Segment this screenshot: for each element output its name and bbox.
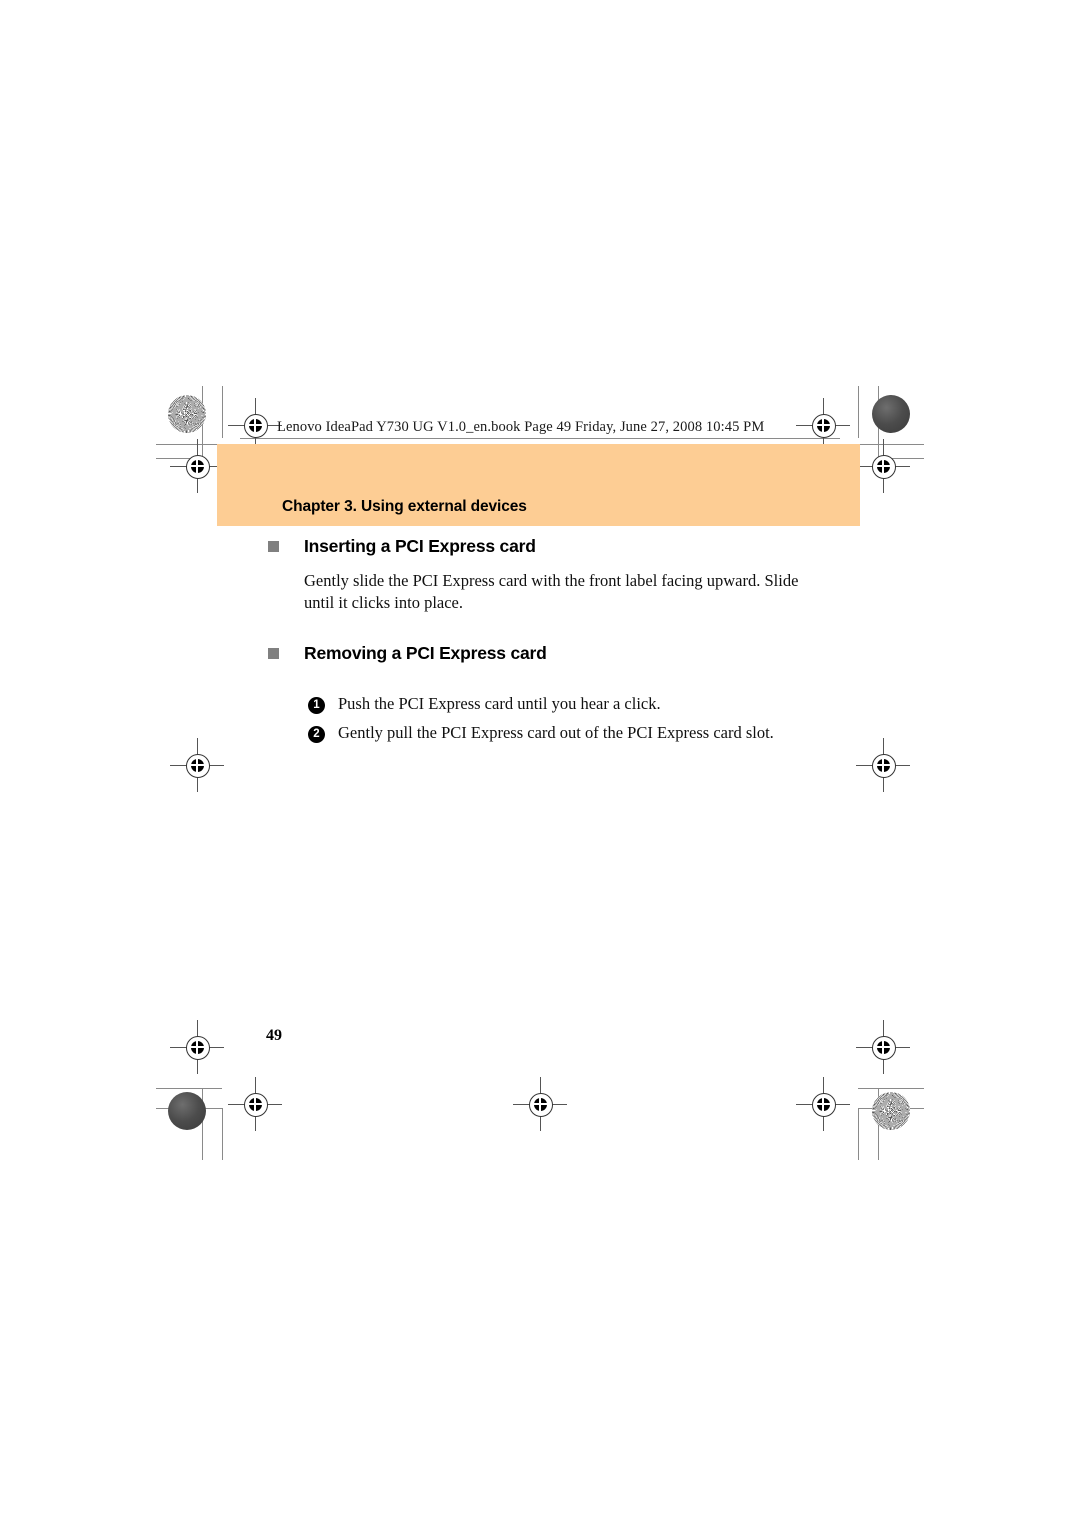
crop-rule bbox=[156, 444, 222, 445]
section-removing: Removing a PCI Express card 1 Push the P… bbox=[268, 643, 828, 743]
page-content: Inserting a PCI Express card Gently slid… bbox=[268, 536, 828, 750]
section-heading: Removing a PCI Express card bbox=[268, 643, 828, 663]
section-paragraph: Gently slide the PCI Express card with t… bbox=[304, 571, 799, 612]
book-header-text: Lenovo IdeaPad Y730 UG V1.0_en.book Page… bbox=[277, 419, 765, 435]
crop-rule bbox=[222, 1108, 223, 1160]
list-item: 1 Push the PCI Express card until you he… bbox=[308, 693, 828, 715]
square-bullet-icon bbox=[268, 541, 279, 552]
printed-page-sheet: Lenovo IdeaPad Y730 UG V1.0_en.book Page… bbox=[0, 0, 1080, 1527]
step-number-badge-icon: 2 bbox=[308, 725, 325, 743]
halftone-starburst-blob bbox=[872, 1092, 910, 1130]
halftone-starburst-blob bbox=[168, 395, 206, 433]
square-bullet-icon bbox=[268, 648, 279, 659]
section-title: Removing a PCI Express card bbox=[304, 643, 547, 663]
halftone-solid-blob bbox=[872, 395, 910, 433]
chapter-title: Chapter 3. Using external devices bbox=[282, 498, 527, 515]
step-number-badge-icon: 1 bbox=[308, 697, 325, 715]
crop-rule bbox=[222, 386, 223, 438]
crop-rule bbox=[858, 444, 924, 445]
halftone-solid-blob bbox=[168, 1092, 206, 1130]
section-title: Inserting a PCI Express card bbox=[304, 536, 536, 556]
step-text: Push the PCI Express card until you hear… bbox=[338, 694, 661, 714]
numbered-steps-list: 1 Push the PCI Express card until you he… bbox=[308, 693, 828, 743]
crop-rule bbox=[858, 1088, 924, 1089]
section-heading: Inserting a PCI Express card bbox=[268, 536, 828, 556]
list-item: 2 Gently pull the PCI Express card out o… bbox=[308, 722, 828, 743]
step-text: Gently pull the PCI Express card out of … bbox=[338, 722, 774, 742]
crop-rule bbox=[858, 386, 859, 438]
header-baseline-rule bbox=[240, 438, 840, 439]
crop-rule bbox=[858, 1108, 859, 1160]
crop-rule bbox=[156, 1088, 222, 1089]
page-number: 49 bbox=[266, 1027, 282, 1044]
section-inserting: Inserting a PCI Express card Gently slid… bbox=[268, 536, 828, 613]
steps-spacer bbox=[268, 677, 828, 693]
